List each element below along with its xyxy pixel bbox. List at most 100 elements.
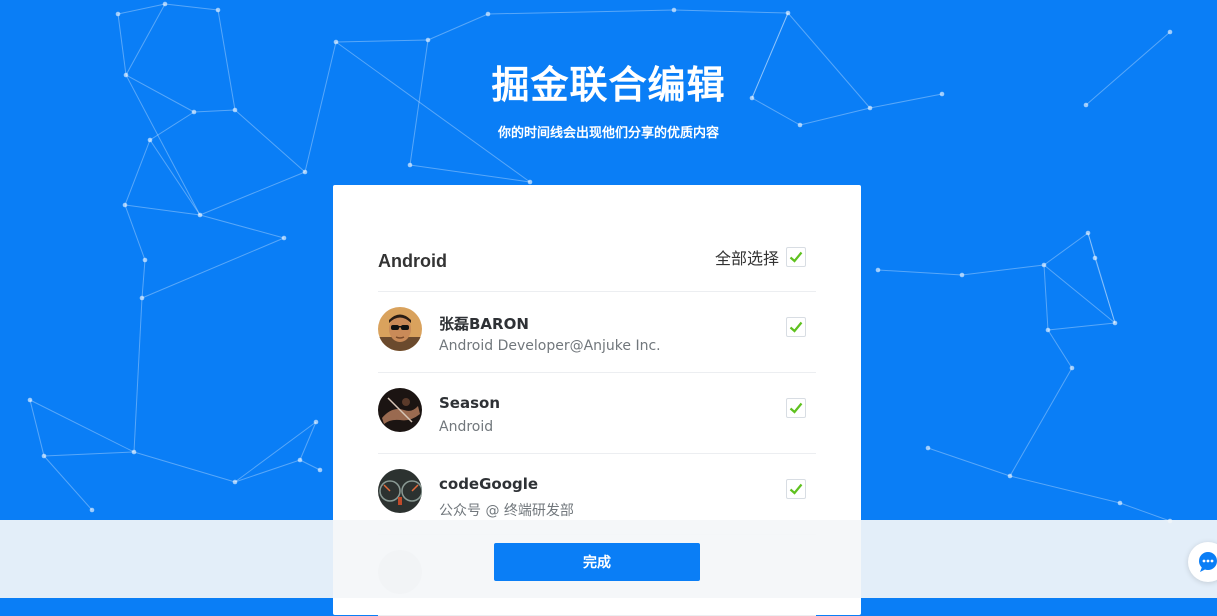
network-line [29, 399, 45, 457]
network-line [149, 139, 201, 216]
dashboard-avatar [378, 469, 422, 513]
network-node [1117, 500, 1123, 506]
network-node [1167, 29, 1173, 35]
user-checkbox[interactable] [786, 317, 806, 337]
user-name: codeGoogle [439, 475, 539, 493]
network-line [1047, 329, 1073, 369]
network-node [122, 202, 128, 208]
network-node [281, 235, 287, 241]
network-node [142, 257, 148, 263]
network-line [335, 39, 429, 43]
network-node [407, 162, 413, 168]
network-line [234, 109, 306, 173]
network-line [124, 204, 146, 261]
select-all-label: 全部选择 [714, 249, 779, 268]
network-node [115, 11, 121, 17]
chat-bubble-icon [1199, 552, 1217, 572]
user-checkbox[interactable] [786, 479, 806, 499]
network-line [1119, 502, 1171, 522]
network-line [29, 399, 135, 453]
network-line [409, 164, 531, 183]
checkmark-icon [789, 251, 803, 263]
user-description: 公众号 @ 终端研发部 [439, 503, 574, 519]
network-node [671, 7, 677, 13]
user-description: Android Developer@Anjuke Inc. [439, 338, 661, 354]
network-line [927, 447, 1011, 477]
chat-button[interactable] [1188, 542, 1217, 582]
network-node [197, 212, 203, 218]
network-node [232, 479, 238, 485]
user-checkbox[interactable] [786, 398, 806, 418]
network-line [117, 3, 166, 15]
network-node [27, 397, 33, 403]
network-line [43, 455, 93, 511]
network-line [124, 204, 201, 216]
network-node [139, 295, 145, 301]
network-line [673, 9, 789, 14]
network-node [485, 11, 491, 17]
network-node [925, 445, 931, 451]
page-title: 掘金联合编辑 [491, 63, 726, 107]
user-description: Android [439, 419, 494, 435]
group-name: Android [378, 251, 447, 271]
hand-photo-avatar [378, 388, 422, 432]
network-line [164, 3, 219, 11]
network-node [313, 419, 319, 425]
network-node [162, 1, 168, 7]
network-node [1069, 365, 1075, 371]
network-node [215, 7, 221, 13]
network-line [43, 451, 135, 457]
network-node [959, 272, 965, 278]
network-line [1047, 322, 1116, 331]
checkmark-icon [789, 402, 803, 414]
select-all-toggle[interactable]: 全部选择 [715, 245, 806, 269]
network-line [961, 264, 1045, 276]
user-row[interactable]: Season Android [378, 373, 816, 454]
network-node [1045, 327, 1051, 333]
group-header: Android 全部选择 [378, 243, 816, 292]
network-line [427, 13, 489, 41]
user-row[interactable]: 张磊BARON Android Developer@Anjuke Inc. [378, 292, 816, 373]
network-node [131, 449, 137, 455]
network-node [1092, 255, 1098, 261]
done-button[interactable]: 完成 [494, 543, 700, 581]
network-node [297, 457, 303, 463]
network-node [302, 169, 308, 175]
network-node [527, 179, 533, 185]
sunglasses-man-avatar [378, 307, 422, 351]
network-line [877, 269, 963, 276]
network-line [1043, 232, 1089, 266]
network-node [1007, 473, 1013, 479]
network-node [1041, 262, 1047, 268]
network-line [199, 171, 306, 216]
select-all-checkbox[interactable] [786, 247, 806, 267]
network-line [199, 214, 285, 239]
network-line [133, 451, 236, 483]
network-line [234, 459, 301, 483]
network-line [487, 9, 675, 15]
network-node [1085, 230, 1091, 236]
network-node [41, 453, 47, 459]
network-line [1009, 367, 1073, 477]
network-node [89, 507, 95, 513]
user-name: Season [439, 394, 501, 412]
checkmark-icon [789, 483, 803, 495]
network-line [1043, 264, 1116, 324]
network-line [141, 237, 285, 299]
network-line [1009, 475, 1121, 504]
user-name: 张磊BARON [439, 315, 529, 333]
network-line [1043, 264, 1049, 331]
network-node [875, 267, 881, 273]
network-node [317, 467, 323, 473]
network-node [1112, 320, 1118, 326]
network-node [785, 10, 791, 16]
network-node [191, 109, 197, 115]
network-line [124, 139, 151, 206]
network-line [133, 297, 143, 453]
network-node [333, 39, 339, 45]
checkmark-icon [789, 321, 803, 333]
page-subtitle: 你的时间线会出现他们分享的优质内容 [497, 126, 719, 141]
network-line [1087, 232, 1116, 324]
network-line [299, 459, 321, 471]
network-line [193, 109, 236, 113]
